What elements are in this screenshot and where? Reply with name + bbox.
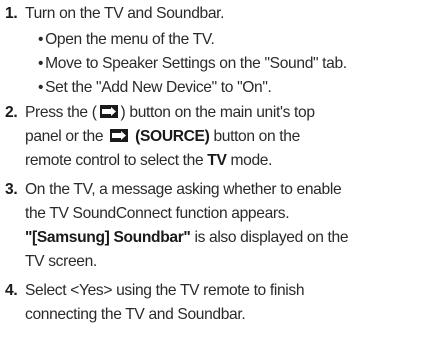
step-3-line-2: the TV SoundConnect function appears.	[25, 205, 290, 222]
step-number: 2.	[5, 104, 18, 121]
bullet-icon: •	[38, 31, 44, 48]
step-2-line-2: panel or the (SOURCE) button on the	[25, 128, 300, 145]
step-number: 1.	[5, 5, 18, 22]
step-2-line-1: Press the () button on the main unit's t…	[25, 104, 315, 121]
step-1-bullet-1: • Open the menu of the TV.	[38, 31, 215, 48]
step-1-bullet-3: • Set the "Add New Device" to "On".	[38, 79, 272, 96]
step-number: 4.	[5, 282, 18, 299]
step-3-line-3: "[Samsung] Soundbar" is also displayed o…	[25, 229, 349, 246]
step-4-line-1: Select <Yes> using the TV remote to fini…	[25, 282, 305, 299]
step-3-line-4: TV screen.	[25, 253, 97, 270]
step-1-bullet-2: • Move to Speaker Settings on the "Sound"…	[38, 55, 347, 72]
step-3-line-1: On the TV, a message asking whether to e…	[25, 181, 342, 198]
step-1-text: Turn on the TV and Soundbar.	[25, 5, 225, 22]
source-input-icon	[98, 104, 120, 119]
step-2-line-3: remote control to select the TV mode.	[25, 152, 273, 169]
bullet-icon: •	[38, 55, 44, 72]
step-4-line-2: connecting the TV and Soundbar.	[25, 306, 246, 323]
bullet-icon: •	[38, 79, 44, 96]
source-input-icon	[108, 128, 130, 143]
instruction-document: 1. Turn on the TV and Soundbar. • Open th…	[0, 0, 448, 344]
step-number: 3.	[5, 181, 18, 198]
